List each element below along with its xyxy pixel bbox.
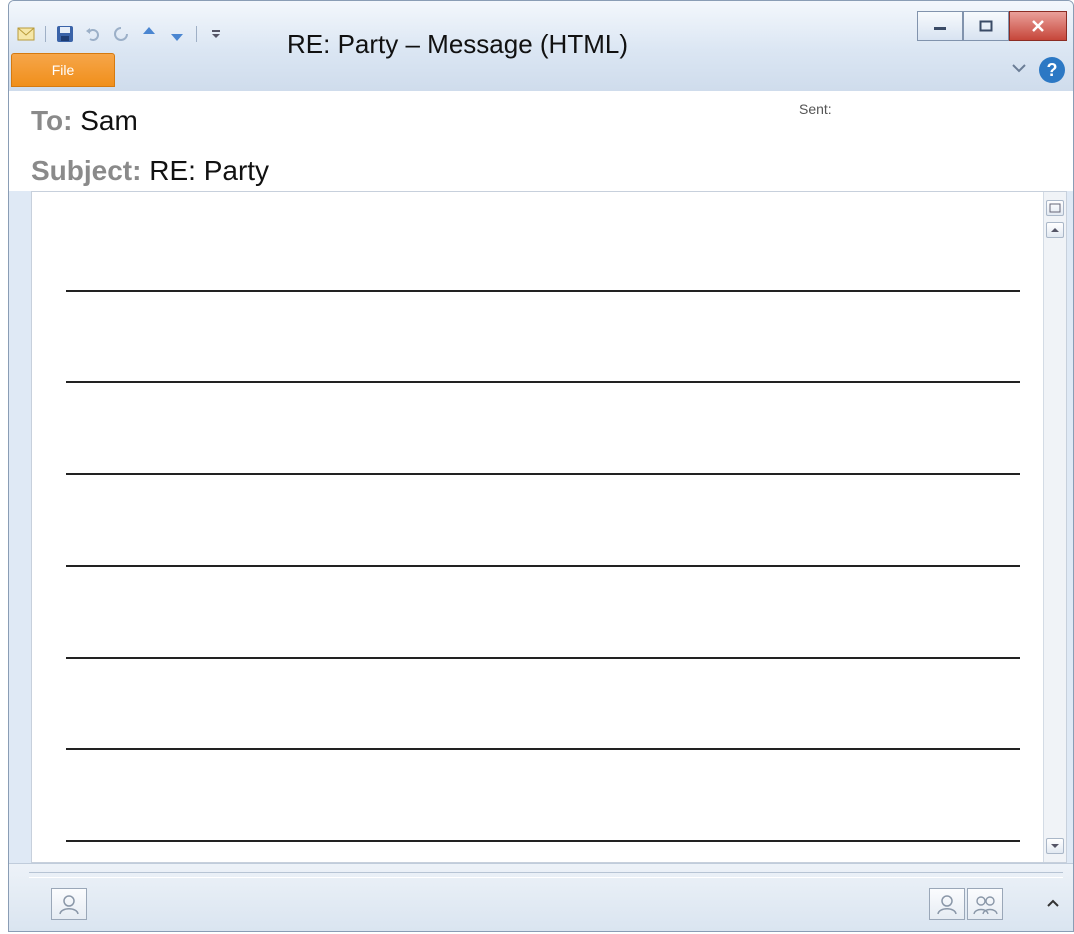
scroll-up-button[interactable] bbox=[1046, 222, 1064, 238]
close-button[interactable] bbox=[1009, 11, 1067, 41]
scroll-down-icon bbox=[1051, 844, 1059, 848]
person-icon bbox=[59, 895, 79, 915]
previous-item-icon[interactable] bbox=[140, 25, 158, 43]
subject-label: Subject: bbox=[31, 155, 142, 186]
message-body[interactable] bbox=[31, 191, 1067, 863]
people-icon bbox=[973, 896, 998, 915]
maximize-icon bbox=[979, 20, 993, 32]
sent-label: Sent: bbox=[799, 101, 832, 117]
multiple-people-view-button[interactable] bbox=[967, 888, 1003, 920]
window-title: RE: Party – Message (HTML) bbox=[287, 29, 628, 59]
help-icon[interactable]: ? bbox=[1039, 57, 1065, 83]
blank-line bbox=[66, 657, 1020, 659]
title-bar: RE: Party – Message (HTML) File ? bbox=[9, 1, 1073, 92]
vertical-scrollbar[interactable] bbox=[1043, 192, 1066, 862]
file-tab[interactable]: File bbox=[11, 53, 115, 87]
scroll-options-icon[interactable] bbox=[1046, 200, 1064, 216]
close-icon bbox=[1032, 20, 1044, 32]
outlook-message-window: RE: Party – Message (HTML) File ? To: Sa… bbox=[8, 0, 1074, 932]
people-pane bbox=[9, 863, 1073, 931]
mail-icon[interactable] bbox=[17, 25, 35, 43]
ribbon-right-controls: ? bbox=[1011, 57, 1065, 83]
quick-access-toolbar bbox=[17, 23, 225, 45]
qat-separator bbox=[45, 26, 46, 42]
subject-value: RE: Party bbox=[149, 155, 270, 186]
undo-icon[interactable] bbox=[84, 25, 102, 43]
minimize-button[interactable] bbox=[917, 11, 963, 41]
customize-qat-icon[interactable] bbox=[207, 25, 225, 43]
single-person-view-button[interactable] bbox=[929, 888, 965, 920]
blank-line bbox=[66, 381, 1020, 383]
to-label: To: bbox=[31, 105, 73, 136]
ribbon-collapse-icon[interactable] bbox=[1011, 61, 1027, 79]
person-icon bbox=[937, 895, 957, 915]
save-icon[interactable] bbox=[56, 25, 74, 43]
to-value[interactable]: Sam bbox=[80, 105, 138, 136]
minimize-icon bbox=[934, 27, 946, 30]
maximize-button[interactable] bbox=[963, 11, 1009, 41]
next-item-icon[interactable] bbox=[168, 25, 186, 43]
scroll-up-icon bbox=[1051, 228, 1059, 232]
qat-separator bbox=[196, 26, 197, 42]
blank-line bbox=[66, 565, 1020, 567]
redo-icon[interactable] bbox=[112, 25, 130, 43]
blank-line bbox=[66, 840, 1020, 842]
to-row: To: Sam bbox=[31, 105, 138, 137]
window-controls bbox=[917, 11, 1067, 41]
subject-row: Subject: RE: Party bbox=[31, 155, 269, 187]
people-pane-splitter[interactable] bbox=[29, 872, 1063, 878]
blank-line bbox=[66, 290, 1020, 292]
contact-picture-button[interactable] bbox=[51, 888, 87, 920]
message-header: To: Sam Sent: Subject: RE: Party bbox=[9, 91, 1073, 191]
scroll-down-button[interactable] bbox=[1046, 838, 1064, 854]
blank-line bbox=[66, 748, 1020, 750]
blank-line bbox=[66, 473, 1020, 475]
expand-people-pane-icon[interactable] bbox=[1047, 894, 1059, 912]
